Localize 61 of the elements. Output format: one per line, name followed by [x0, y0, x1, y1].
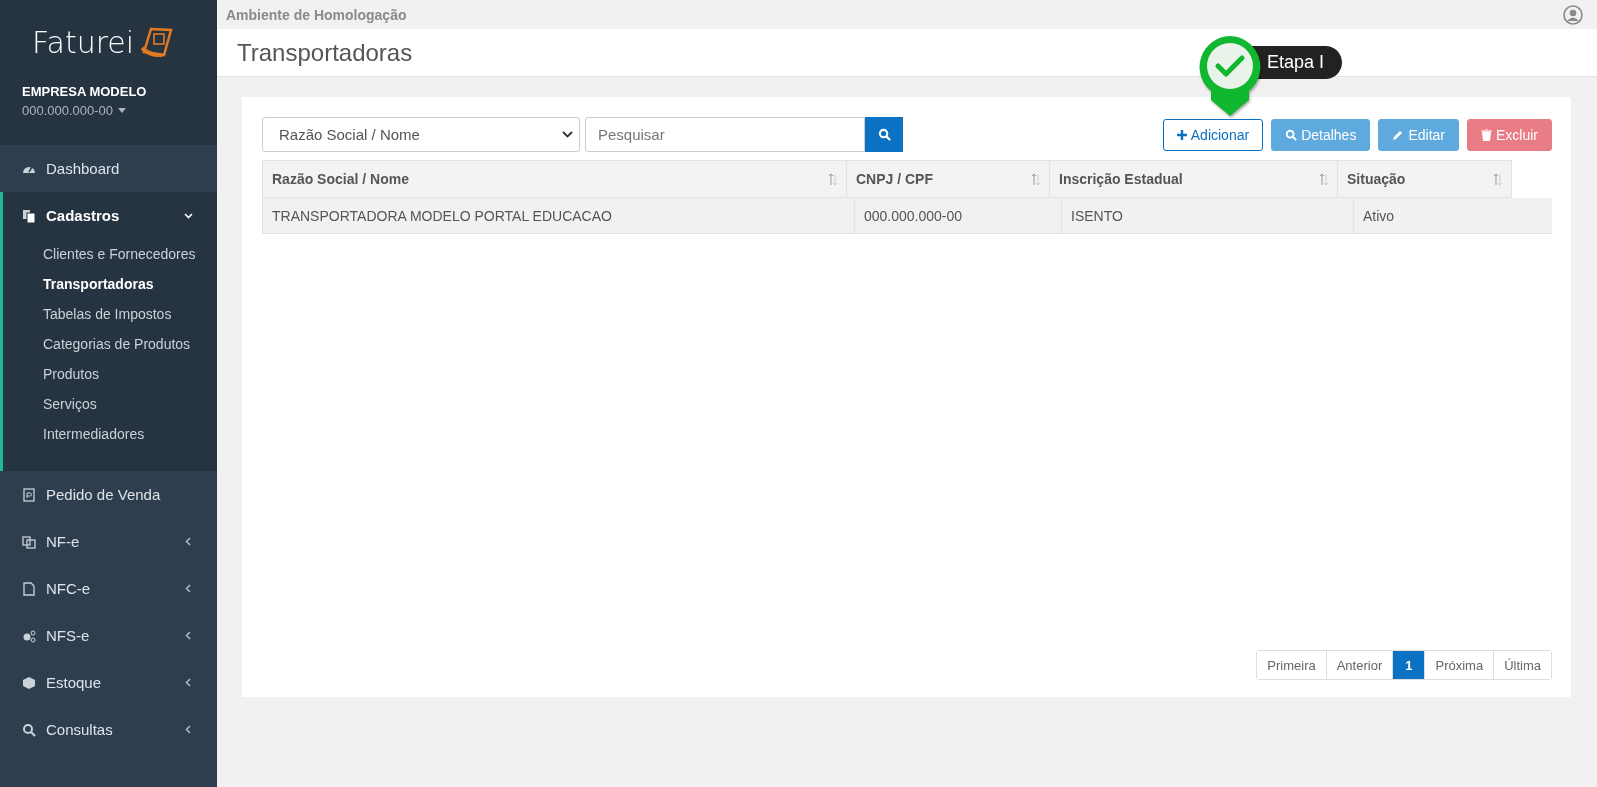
column-header[interactable]: Inscrição Estadual: [1049, 160, 1337, 198]
submenu-item[interactable]: Intermediadores: [3, 419, 217, 449]
sort-icon: [1493, 172, 1503, 186]
checkmark-pin-icon: [1197, 34, 1263, 118]
search-field-select[interactable]: Razão Social / Nome: [262, 117, 580, 152]
search-input[interactable]: Pesquisar: [585, 117, 865, 152]
table-cell: Ativo: [1353, 198, 1552, 233]
pencil-icon: [1392, 128, 1405, 141]
chevron-left-icon: [184, 584, 193, 593]
sort-icon: [1031, 172, 1041, 186]
page-button[interactable]: 1: [1392, 651, 1425, 679]
sort-icon: [1319, 172, 1329, 186]
menu-item[interactable]: NF-e: [0, 518, 217, 565]
search-icon: [1285, 128, 1298, 141]
chevron-left-icon: [184, 537, 193, 546]
search-icon: [877, 128, 891, 141]
logo-text: Faturei: [32, 24, 135, 60]
chevron-left-icon: [184, 631, 193, 640]
copy-icon: [22, 534, 36, 549]
menu-item[interactable]: Pedido de Venda: [0, 471, 217, 518]
search-button[interactable]: [865, 117, 903, 152]
search-icon: [22, 722, 36, 737]
page-button[interactable]: Última: [1493, 651, 1551, 679]
chevron-down-icon: [184, 211, 193, 220]
submenu-item[interactable]: Tabelas de Impostos: [3, 299, 217, 329]
menu-item[interactable]: NFC-e: [0, 565, 217, 612]
column-header[interactable]: Situação: [1337, 160, 1512, 198]
gears-icon: [22, 628, 36, 643]
page-title: Transportadoras: [237, 38, 413, 67]
chevron-left-icon: [184, 678, 193, 687]
documents-icon: [22, 208, 36, 223]
logo-icon: [140, 26, 175, 58]
user-avatar-icon[interactable]: [1563, 4, 1583, 25]
submenu-item[interactable]: Transportadoras: [3, 269, 217, 299]
submenu-item[interactable]: Produtos: [3, 359, 217, 389]
menu-item[interactable]: Dashboard: [0, 145, 217, 192]
cube-icon: [22, 675, 36, 690]
table-cell: 000.000.000-00: [854, 198, 1061, 233]
column-header[interactable]: Razão Social / Nome: [262, 160, 846, 198]
file-icon: [22, 581, 36, 596]
submenu-item[interactable]: Clientes e Fornecedores: [3, 239, 217, 269]
caret-down-icon: [118, 108, 127, 113]
submenu-item[interactable]: Serviços: [3, 389, 217, 419]
company-name: EMPRESA MODELO: [22, 84, 148, 99]
environment-label: Ambiente de Homologação: [226, 6, 407, 23]
table-cell: TRANSPORTADORA MODELO PORTAL EDUCACAO: [262, 198, 854, 233]
column-header[interactable]: CNPJ / CPF: [846, 160, 1049, 198]
submenu-item[interactable]: Categorias de Produtos: [3, 329, 217, 359]
menu-item[interactable]: Consultas: [0, 706, 217, 753]
plus-icon: [1176, 129, 1187, 140]
document-icon: [22, 487, 36, 502]
chevron-down-icon: [562, 131, 573, 138]
menu-item[interactable]: NFS-e: [0, 612, 217, 659]
sort-icon: [828, 172, 838, 186]
table-cell: ISENTO: [1061, 198, 1353, 233]
chevron-left-icon: [184, 725, 193, 734]
menu-item[interactable]: Estoque: [0, 659, 217, 706]
add-button[interactable]: Adicionar: [1162, 118, 1264, 151]
trash-icon: [1481, 128, 1492, 141]
company-document[interactable]: 000.000.000-00: [22, 103, 127, 118]
menu-item[interactable]: Cadastros: [3, 192, 217, 239]
